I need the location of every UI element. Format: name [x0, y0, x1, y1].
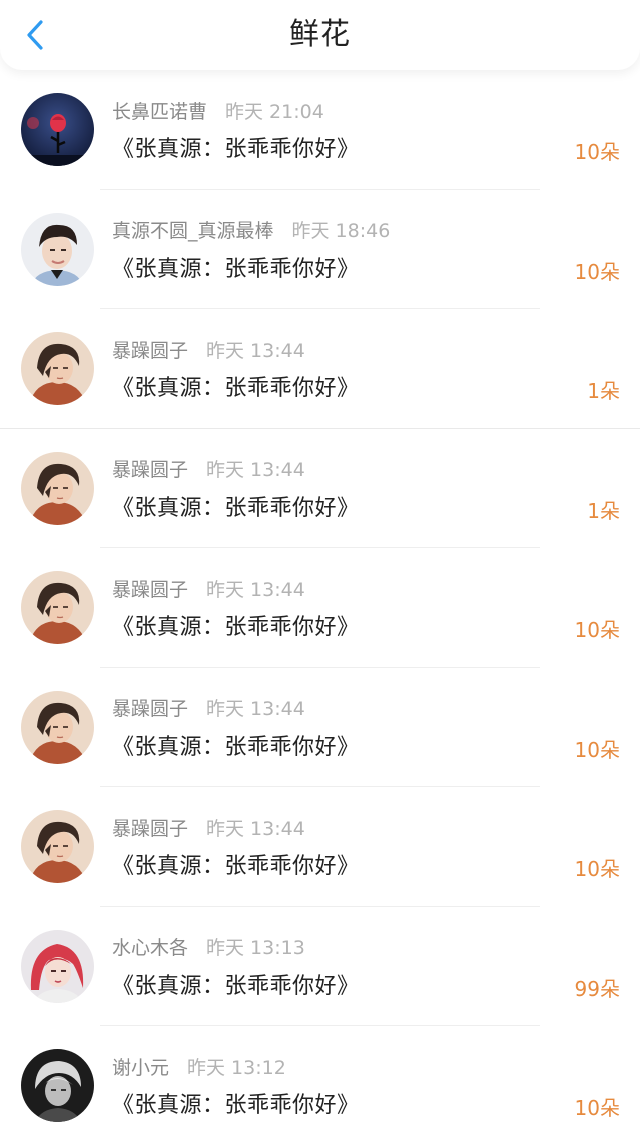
- flower-count: 99朵: [574, 976, 620, 1001]
- list-item[interactable]: 长鼻匹诺曹 昨天 21:04 《张真源：张乖乖你好》 10朵: [0, 70, 640, 190]
- sender-meta: 暴躁圆子 昨天 13:44: [112, 457, 305, 481]
- send-time: 昨天 13:13: [206, 937, 305, 959]
- gift-list: 长鼻匹诺曹 昨天 21:04 《张真源：张乖乖你好》 10朵 真源不圆_真源最棒…: [0, 70, 640, 1137]
- sender-meta: 长鼻匹诺曹 昨天 21:04: [112, 97, 324, 124]
- list-item[interactable]: 真源不圆_真源最棒 昨天 18:46 《张真源：张乖乖你好》 10朵: [0, 190, 640, 310]
- gift-message: 《张真源：张乖乖你好》: [112, 495, 360, 521]
- flower-count: 10朵: [574, 737, 620, 762]
- list-item[interactable]: 暴躁圆子 昨天 13:44 《张真源：张乖乖你好》 10朵: [0, 548, 640, 668]
- gift-message: 《张真源：张乖乖你好》: [112, 1093, 360, 1118]
- send-time: 昨天 13:44: [206, 339, 305, 362]
- list-item[interactable]: 暴躁圆子 昨天 13:44 《张真源：张乖乖你好》 1朵: [0, 309, 640, 429]
- sender-name[interactable]: 暴躁圆子: [112, 814, 188, 841]
- flower-count: 1朵: [587, 379, 620, 403]
- page-title: 鲜花: [289, 17, 351, 52]
- gift-message: 《张真源：张乖乖你好》: [112, 256, 360, 282]
- boy-photo-avatar[interactable]: [21, 212, 94, 286]
- flower-count: 10朵: [574, 1096, 620, 1120]
- top-nav-bar: 鲜花: [0, 0, 640, 70]
- list-item[interactable]: 暴躁圆子 昨天 13:44 《张真源：张乖乖你好》 10朵: [0, 668, 640, 788]
- gift-message: 《张真源：张乖乖你好》: [112, 734, 360, 760]
- gift-message: 《张真源：张乖乖你好》: [112, 854, 360, 879]
- list-item[interactable]: 水心木各 昨天 13:13 《张真源：张乖乖你好》 99朵: [0, 907, 640, 1027]
- red-hair-photo-avatar[interactable]: [21, 929, 94, 1003]
- bw-photo-avatar[interactable]: [21, 1049, 94, 1122]
- list-item[interactable]: 暴躁圆子 昨天 13:44 《张真源：张乖乖你好》 10朵: [0, 787, 640, 907]
- send-time: 昨天 13:12: [187, 1056, 286, 1079]
- sender-meta: 水心木各 昨天 13:13: [112, 935, 305, 959]
- gift-message: 《张真源：张乖乖你好》: [112, 376, 360, 401]
- gift-message: 《张真源：张乖乖你好》: [112, 137, 360, 162]
- send-time: 昨天 13:44: [206, 578, 305, 601]
- illustrated-portrait-avatar[interactable]: [21, 810, 94, 883]
- illustrated-portrait-avatar[interactable]: [21, 332, 94, 405]
- sender-name[interactable]: 水心木各: [112, 933, 188, 960]
- flower-count: 10朵: [574, 140, 620, 164]
- flower-count: 10朵: [574, 618, 620, 642]
- rose-avatar[interactable]: [21, 93, 94, 166]
- illustrated-portrait-avatar[interactable]: [21, 690, 94, 764]
- send-time: 昨天 13:44: [206, 459, 305, 481]
- sender-name[interactable]: 谢小元: [112, 1053, 169, 1080]
- sender-meta: 暴躁圆子 昨天 13:44: [112, 575, 305, 602]
- list-item[interactable]: 谢小元 昨天 13:12 《张真源：张乖乖你好》 10朵: [0, 1026, 640, 1137]
- sender-meta: 暴躁圆子 昨天 13:44: [112, 336, 305, 363]
- sender-name[interactable]: 长鼻匹诺曹: [112, 97, 207, 124]
- sender-meta: 暴躁圆子 昨天 13:44: [112, 814, 305, 841]
- illustrated-portrait-avatar[interactable]: [21, 571, 94, 644]
- gift-message: 《张真源：张乖乖你好》: [112, 973, 360, 999]
- send-time: 昨天 13:44: [206, 817, 305, 840]
- sender-name[interactable]: 暴躁圆子: [112, 455, 188, 482]
- send-time: 昨天 13:44: [206, 698, 305, 720]
- illustrated-portrait-avatar[interactable]: [21, 451, 94, 525]
- send-time: 昨天 21:04: [225, 100, 324, 123]
- list-item[interactable]: 暴躁圆子 昨天 13:44 《张真源：张乖乖你好》 1朵: [0, 429, 640, 549]
- flower-count: 10朵: [574, 259, 620, 284]
- sender-name[interactable]: 真源不圆_真源最棒: [112, 216, 274, 243]
- sender-meta: 谢小元 昨天 13:12: [112, 1053, 286, 1080]
- flower-count: 1朵: [587, 498, 620, 523]
- sender-name[interactable]: 暴躁圆子: [112, 575, 188, 602]
- flowers-page: 鲜花 长鼻匹诺曹 昨天 21:04 《张真源：张乖乖你好》 10朵 真源不圆_真…: [0, 0, 640, 1137]
- sender-name[interactable]: 暴躁圆子: [112, 336, 188, 363]
- send-time: 昨天 18:46: [291, 220, 391, 242]
- flower-count: 10朵: [574, 857, 620, 881]
- sender-meta: 暴躁圆子 昨天 13:44: [112, 696, 305, 720]
- gift-message: 《张真源：张乖乖你好》: [112, 615, 360, 640]
- sender-name[interactable]: 暴躁圆子: [112, 694, 188, 721]
- sender-meta: 真源不圆_真源最棒 昨天 18:46: [112, 218, 390, 242]
